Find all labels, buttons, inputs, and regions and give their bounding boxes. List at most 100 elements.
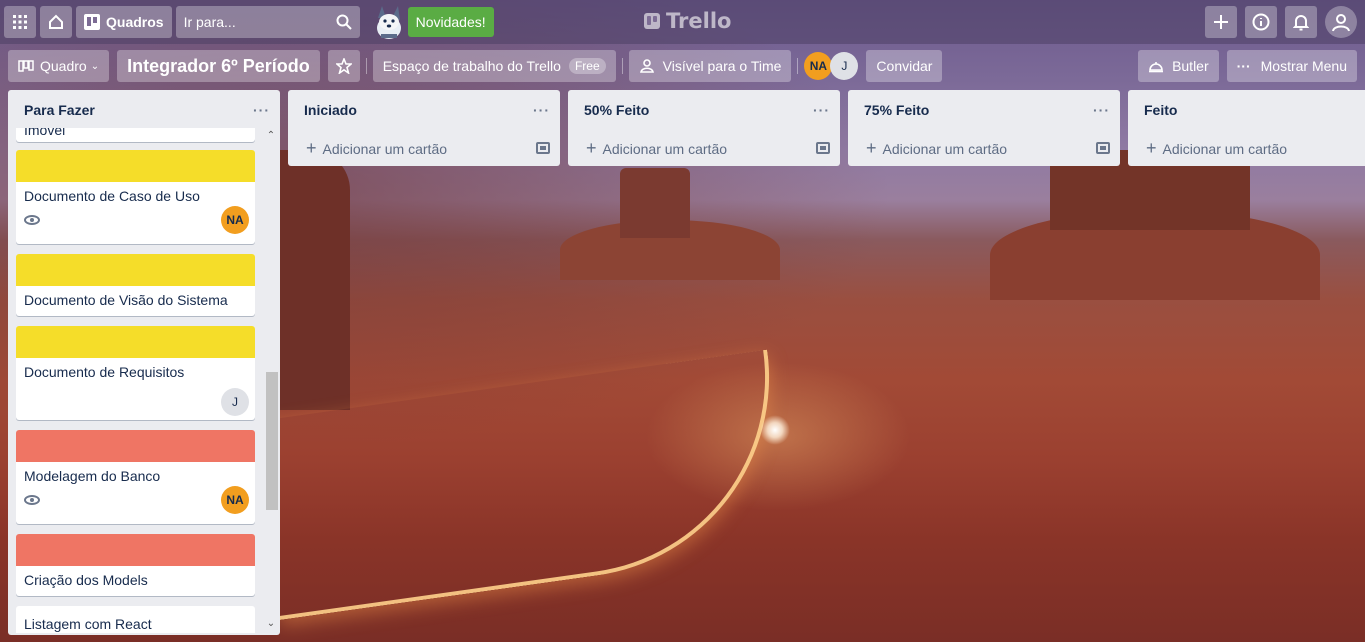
grid-icon <box>13 15 27 29</box>
list-title[interactable]: 75% Feito <box>864 102 929 118</box>
apps-button[interactable] <box>4 6 36 38</box>
card-member-avatar[interactable]: NA <box>221 486 249 514</box>
card-template-icon[interactable] <box>1096 142 1110 154</box>
trello-logo[interactable]: Trello <box>644 9 731 33</box>
top-header: Quadros Ir para... Novidades! Trello <box>0 0 1365 44</box>
header-actions <box>1205 6 1361 38</box>
scroll-down-icon[interactable]: ⌄ <box>266 618 276 630</box>
star-button[interactable] <box>327 50 360 82</box>
board-members: NA J <box>804 52 859 80</box>
list-title[interactable]: Feito <box>1144 102 1177 118</box>
board-view-icon <box>18 60 34 72</box>
card[interactable]: Documento de Caso de Uso NA <box>16 150 255 244</box>
info-button[interactable] <box>1245 6 1277 38</box>
list-title[interactable]: 50% Feito <box>584 102 649 118</box>
card-label-red[interactable] <box>16 430 255 462</box>
board-title[interactable]: Integrador 6º Período <box>117 50 320 82</box>
card[interactable]: Imóvel <box>16 128 255 142</box>
trello-logo-text: Trello <box>666 9 732 33</box>
add-card-button[interactable]: + Adicionar um cartão <box>288 130 560 166</box>
invite-button[interactable]: Convidar <box>866 50 943 82</box>
chevron-down-icon: ⌄ <box>90 60 100 72</box>
show-menu-button[interactable]: ··· Mostrar Menu <box>1226 50 1357 82</box>
workspace-button[interactable]: Espaço de trabalho do Trello Free <box>372 50 616 82</box>
member-avatar[interactable]: NA <box>804 52 833 80</box>
list-header[interactable]: 75% Feito ··· <box>848 90 1120 130</box>
notifications-button[interactable] <box>1285 6 1317 38</box>
card[interactable]: Documento de Requisitos J <box>16 326 255 420</box>
board-icon <box>84 14 100 30</box>
list-header[interactable]: Feito <box>1128 90 1365 130</box>
plus-icon: + <box>306 137 317 158</box>
card[interactable]: Listagem com React <box>16 606 255 633</box>
card[interactable]: Documento de Visão do Sistema <box>16 254 255 316</box>
list-header[interactable]: Iniciado ··· <box>288 90 560 130</box>
list-title[interactable]: Para Fazer <box>24 102 95 118</box>
card-title: Criação dos Models <box>24 572 148 588</box>
info-icon <box>1252 13 1270 31</box>
list-header[interactable]: Para Fazer ··· <box>8 90 280 130</box>
whats-new-button[interactable]: Novidades! <box>407 7 494 37</box>
home-button[interactable] <box>40 6 72 38</box>
watch-icon <box>24 215 40 225</box>
list-para-fazer: Para Fazer ··· Imóvel Documento de Caso … <box>8 90 280 635</box>
card-label-red[interactable] <box>16 534 255 566</box>
search-input[interactable]: Ir para... <box>175 6 360 38</box>
card[interactable]: Criação dos Models <box>16 534 255 596</box>
list-header[interactable]: 50% Feito ··· <box>568 90 840 130</box>
card-title: Imóvel <box>24 128 66 138</box>
list-menu-icon[interactable]: ··· <box>1093 102 1110 118</box>
list-50-feito: 50% Feito ··· + Adicionar um cartão <box>568 90 840 166</box>
card-member-avatar[interactable]: NA <box>221 206 249 234</box>
more-icon: ··· <box>1236 58 1251 74</box>
list-title[interactable]: Iniciado <box>304 102 357 118</box>
card-title: Documento de Caso de Uso <box>24 188 200 204</box>
board-view-switcher[interactable]: Quadro ⌄ <box>8 50 110 82</box>
add-card-button[interactable]: + Adicionar um cartão <box>1128 130 1365 166</box>
show-menu-label: Mostrar Menu <box>1260 58 1347 74</box>
board-header: Quadro ⌄ Integrador 6º Período Espaço de… <box>0 48 1365 84</box>
card-title: Listagem com React <box>24 616 152 632</box>
card-title: Documento de Requisitos <box>24 364 185 380</box>
add-card-button[interactable]: + Adicionar um cartão <box>568 130 840 166</box>
search-placeholder: Ir para... <box>183 14 236 30</box>
list-menu-icon[interactable]: ··· <box>813 102 830 118</box>
boards-label: Quadros <box>106 14 164 30</box>
plus-icon <box>1214 15 1228 29</box>
butler-button[interactable]: Butler <box>1138 50 1219 82</box>
butler-icon <box>1149 62 1164 73</box>
workspace-plan-badge: Free <box>568 58 606 74</box>
taco-mascot-icon[interactable] <box>372 4 406 40</box>
card[interactable]: Modelagem do Banco NA <box>16 430 255 524</box>
card-label-yellow[interactable] <box>16 254 255 286</box>
card-template-icon[interactable] <box>816 142 830 154</box>
list-feito: Feito + Adicionar um cartão <box>1128 90 1365 166</box>
workspace-label: Espaço de trabalho do Trello <box>382 58 561 74</box>
card-label-yellow[interactable] <box>16 326 255 358</box>
add-card-label: Adicionar um cartão <box>1162 140 1288 157</box>
watch-icon <box>24 495 40 505</box>
list-menu-icon[interactable]: ··· <box>533 102 550 118</box>
list-menu-icon[interactable]: ··· <box>253 102 270 118</box>
add-card-button[interactable]: + Adicionar um cartão <box>848 130 1120 166</box>
member-avatar[interactable]: J <box>830 52 859 80</box>
card-member-avatar[interactable]: J <box>221 388 249 416</box>
plus-icon: + <box>866 137 877 158</box>
card-container: Imóvel Documento de Caso de Uso NA Docum… <box>16 128 264 633</box>
card-badges: NA <box>16 484 255 520</box>
team-visibility-icon <box>639 59 654 73</box>
boards-button[interactable]: Quadros <box>76 6 172 38</box>
background-rock <box>620 168 690 238</box>
profile-button[interactable] <box>1325 6 1357 38</box>
list-scrollbar[interactable]: ⌃ ⌄ <box>266 130 278 630</box>
scroll-up-icon[interactable]: ⌃ <box>266 130 276 142</box>
card-template-icon[interactable] <box>536 142 550 154</box>
scroll-thumb[interactable] <box>266 372 278 510</box>
create-button[interactable] <box>1205 6 1237 38</box>
visibility-button[interactable]: Visível para o Time <box>628 50 792 82</box>
list-iniciado: Iniciado ··· + Adicionar um cartão <box>288 90 560 166</box>
card-label-yellow[interactable] <box>16 150 255 182</box>
list-75-feito: 75% Feito ··· + Adicionar um cartão <box>848 90 1120 166</box>
divider <box>365 58 367 74</box>
user-icon <box>1332 14 1350 32</box>
